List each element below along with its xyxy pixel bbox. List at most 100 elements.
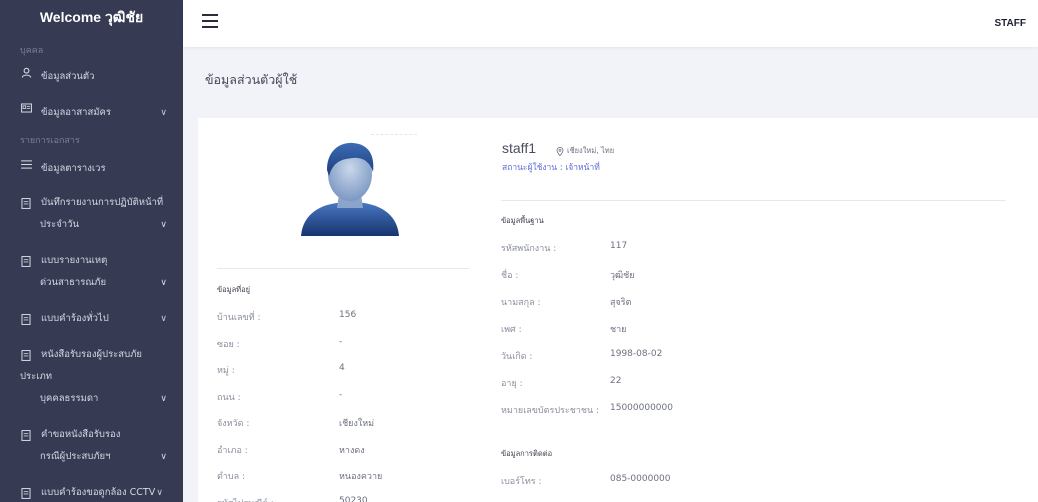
sidebar-item-label: ประเภท [20,371,53,382]
location-text: เชียงใหม่, ไทย [567,146,615,155]
field-label: เบอร์โทร : [501,477,542,487]
username: staff1 [502,140,536,156]
info-row: หมู่ : 4 [217,363,345,377]
divider [371,134,417,135]
info-row: จังหวัด : เชียงใหม่ [217,416,374,430]
info-row: ชื่อ : วุฒิชัย [501,268,635,282]
info-row: วันเกิด : 1998-08-02 [501,349,662,363]
field-value: ชาย [610,325,627,335]
field-label: ตำบล : [217,472,246,482]
sidebar-item-daily-report[interactable]: บันทึกรายงานการปฏิบัติหน้าที่ [0,192,183,214]
field-label: หมายเลขบัตรประชาชน : [501,406,600,416]
field-label: บ้านเลขที่ : [217,313,261,323]
document-icon [20,255,32,267]
field-label: ชื่อ : [501,271,519,281]
sidebar-item-label: ข้อมูลตารางเวร [41,163,106,174]
avatar [293,136,408,236]
info-row: บ้านเลขที่ : 156 [217,310,356,324]
field-value: 156 [339,310,357,320]
sidebar-item-sublabel[interactable]: กรณีผู้ประสบภัยฯ ∨ [0,446,183,468]
user-role-label[interactable]: STAFF [995,18,1026,29]
top-bar: STAFF [183,0,1038,47]
page-title: ข้อมูลส่วนตัวผู้ใช้ [205,72,298,87]
sidebar-item-label: แบบคำร้องทั่วไป [41,313,109,324]
field-label: อำเภอ : [217,445,248,456]
field-value: วุฒิชัย [610,271,635,281]
chevron-down-icon: ∨ [160,108,167,118]
sidebar-item-label: บันทึกรายงานการปฏิบัติหน้าที่ [41,197,164,208]
field-value: เชียงใหม่ [339,419,375,429]
id-card-icon [20,102,32,114]
document-icon [20,349,32,361]
hamburger-menu-icon[interactable] [202,14,218,28]
info-row: อำเภอ : หางดง [217,443,365,457]
info-row: รหัสพนักงาน : 117 [501,241,627,255]
sidebar-item-duty-schedule[interactable]: ข้อมูลตารางเวร [0,158,183,180]
field-value: - [339,389,343,400]
welcome-header: Welcome วุฒิชัย [39,9,144,25]
field-value: หนองควาย [339,472,383,482]
sidebar-item-incident-report[interactable]: แบบรายงานเหตุ [0,250,183,272]
field-value: - [339,336,343,347]
sidebar-item-label: แบบรายงานเหตุ [41,255,108,266]
sidebar-item-cert-request[interactable]: คำขอหนังสือรับรอง [0,424,183,446]
chevron-down-icon: ∨ [160,220,167,230]
field-label: รหัสไปรษณีย์ : [217,496,339,502]
address-section-title: ข้อมูลที่อยู่ [217,285,251,294]
document-icon [20,487,32,499]
divider [217,268,469,269]
field-label: วันเกิด : [501,352,533,362]
field-value: 085-0000000 [610,474,671,484]
sidebar-item-label: คำขอหนังสือรับรอง [41,429,121,440]
sidebar-item-sublabel[interactable]: ประจำวัน ∨ [0,214,183,236]
field-value: 50230 [339,495,368,502]
info-row: อายุ : 22 [501,376,621,390]
sidebar-item-cctv-request[interactable]: แบบคำร้องขอดูกล้อง CCTV ∨ [0,482,183,502]
info-row: นามสกุล : สุจริต [501,295,631,309]
sidebar-item-sublabel[interactable]: ด่วนสาธารณภัย ∨ [0,272,183,294]
sidebar: Welcome วุฒิชัย บุคคล ข้อมูลส่วนตัว ข้อม… [0,0,183,502]
sidebar-item-label: ด่วนสาธารณภัย [40,277,107,288]
section-label-personal: บุคคล [20,46,44,56]
user-status: สถานะผู้ใช้งาน : เจ้าหน้าที่ [502,163,600,173]
document-icon [20,429,32,441]
field-value: หางดง [339,445,365,456]
field-value: 117 [610,241,628,251]
field-value: 15000000000 [610,403,673,413]
info-row: ซอย : - [217,337,342,351]
info-row: ถนน : - [217,390,342,404]
info-row: รหัสไปรษณีย์ :50230 [217,496,368,502]
sidebar-item-volunteer-info[interactable]: ข้อมูลอาสาสมัคร ∨ [0,102,183,124]
chevron-down-icon: ∨ [156,488,163,498]
sidebar-item-label: บุคคลธรรมดา [40,393,99,404]
user-icon [20,66,32,78]
chevron-down-icon: ∨ [160,314,167,324]
menu-lines-icon [20,158,32,170]
sidebar-item-sublabel[interactable]: บุคคลธรรมดา ∨ [0,388,183,410]
field-label: ซอย : [217,339,240,350]
profile-card: staff1 เชียงใหม่, ไทย สถานะผู้ใช้งาน : เ… [198,118,1038,502]
chevron-down-icon: ∨ [160,452,167,462]
sidebar-item-general-request[interactable]: แบบคำร้องทั่วไป ∨ [0,308,183,330]
info-row: ตำบล : หนองควาย [217,469,382,483]
sidebar-item-sublabel[interactable]: ประเภท [0,366,183,388]
sidebar-item-personal-info[interactable]: ข้อมูลส่วนตัว [0,66,183,88]
field-label: รหัสพนักงาน : [501,244,557,254]
user-location: เชียงใหม่, ไทย [556,145,614,157]
field-value: 1998-08-02 [610,349,663,359]
field-label: อายุ : [501,379,523,389]
sidebar-item-label: ข้อมูลอาสาสมัคร [41,107,111,118]
divider [501,200,1006,201]
sidebar-item-label: หนังสือรับรองผู้ประสบภัย [41,349,142,360]
info-row: เบอร์โทร : 085-0000000 [501,474,671,488]
info-row: เพศ : ชาย [501,322,626,336]
sidebar-item-label: ประจำวัน [40,219,79,230]
sidebar-item-label: กรณีผู้ประสบภัยฯ [40,451,111,462]
sidebar-item-certificate[interactable]: หนังสือรับรองผู้ประสบภัย [0,344,183,366]
basic-info-section-title: ข้อมูลพื้นฐาน [501,216,544,225]
location-pin-icon [556,146,564,156]
sidebar-item-label: แบบคำร้องขอดูกล้อง CCTV [41,487,156,498]
field-label: หมู่ : [217,366,235,376]
field-label: เพศ : [501,325,522,335]
section-label-documents: รายการเอกสาร [20,136,80,146]
